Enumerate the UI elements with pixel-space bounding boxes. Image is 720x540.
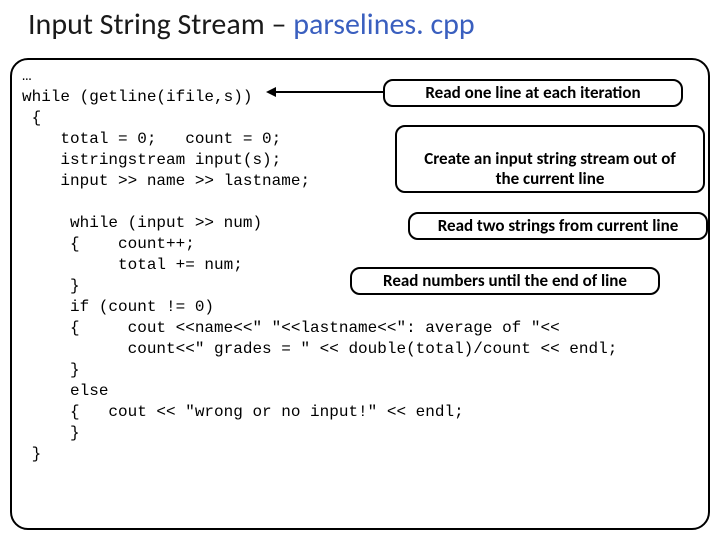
arrow-line [275,91,383,93]
callout-two-strings: Read two strings from current line [408,212,708,240]
callout-text: Read one line at each iteration [425,82,640,103]
arrow-head-icon [266,87,276,97]
callout-text: Read two strings from current line [438,215,679,236]
callout-text: Read numbers until the end of line [383,270,627,291]
title-plain: Input String Stream – [28,6,293,43]
title-emph: parselines. cpp [293,6,475,43]
callout-iteration: Read one line at each iteration [383,79,683,107]
slide: Input String Stream – parselines. cpp … … [0,0,720,540]
callout-read-numbers: Read numbers until the end of line [350,267,660,295]
page-title: Input String Stream – parselines. cpp [28,6,475,43]
callout-create-stream: Create an input string stream out of the… [395,125,705,193]
callout-text: Create an input string stream out of the… [424,148,676,189]
